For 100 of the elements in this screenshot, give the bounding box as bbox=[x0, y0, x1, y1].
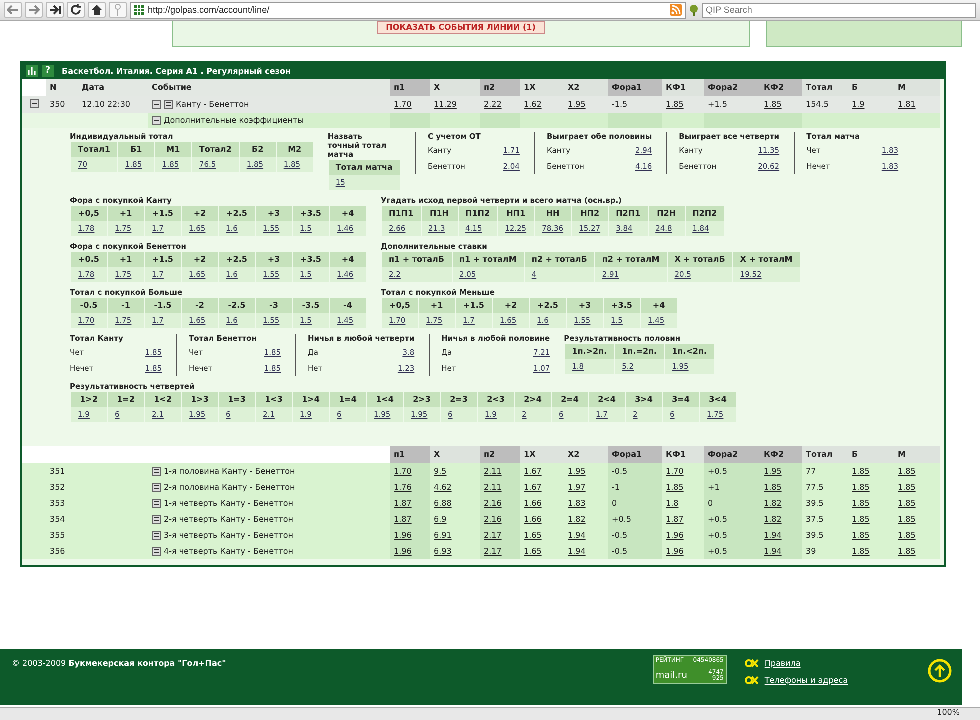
footer-link[interactable]: Правила bbox=[764, 659, 801, 668]
odds-cell[interactable]: 9.5 bbox=[430, 463, 480, 479]
event-name[interactable]: Канту - Бенеттон bbox=[176, 100, 250, 109]
odds-cell[interactable]: 1.95 bbox=[564, 96, 608, 113]
odds-cell[interactable]: 1.83 bbox=[564, 495, 608, 511]
odds-cell[interactable]: 1.82 bbox=[760, 495, 802, 511]
odds-cell[interactable]: 1.87 bbox=[390, 495, 430, 511]
odds-cell[interactable]: 1.96 bbox=[390, 527, 430, 543]
odds-cell[interactable]: 1.85 bbox=[760, 479, 802, 495]
odds-cell[interactable]: 1.94 bbox=[564, 543, 608, 559]
odds-cell[interactable]: 1.85 bbox=[894, 527, 940, 543]
odds-cell[interactable]: 1.96 bbox=[390, 543, 430, 559]
grid-icon[interactable] bbox=[152, 498, 161, 508]
odds-cell[interactable]: 1.82 bbox=[760, 511, 802, 527]
home-button[interactable] bbox=[88, 2, 106, 18]
odds-cell[interactable]: 2.17 bbox=[480, 527, 520, 543]
column-header: Б2 bbox=[240, 142, 276, 157]
odds-cell[interactable]: 2.22 bbox=[480, 96, 520, 113]
grid-icon[interactable] bbox=[164, 100, 173, 109]
odds-cell[interactable]: 1.95 bbox=[760, 463, 802, 479]
odds-cell[interactable]: 11.29 bbox=[430, 96, 480, 113]
odds-cell[interactable]: 1.66 bbox=[520, 511, 564, 527]
scroll-up-icon[interactable] bbox=[928, 659, 952, 683]
odds-cell: +0.5 bbox=[704, 511, 760, 527]
odds-cell[interactable]: 1.70 bbox=[390, 96, 430, 113]
odds-cell[interactable]: 1.94 bbox=[564, 527, 608, 543]
collapse-icon[interactable] bbox=[152, 116, 161, 125]
odds-cell[interactable]: 1.85 bbox=[760, 96, 802, 113]
odds-cell[interactable]: 6.88 bbox=[430, 495, 480, 511]
odds-cell[interactable]: 1.85 bbox=[894, 463, 940, 479]
odds-cell[interactable]: 1.70 bbox=[662, 463, 704, 479]
odds-cell[interactable]: 2.16 bbox=[480, 511, 520, 527]
odds-cell[interactable]: 6.9 bbox=[430, 511, 480, 527]
zoom-level[interactable]: 100% bbox=[937, 708, 960, 720]
help-button[interactable]: ? bbox=[42, 65, 54, 77]
grid-icon[interactable] bbox=[152, 530, 161, 540]
odds-cell[interactable]: 1.67 bbox=[520, 463, 564, 479]
odds-cell[interactable]: 1.8 bbox=[662, 495, 704, 511]
odds-cell[interactable]: 1.81 bbox=[894, 96, 940, 113]
odds-cell[interactable]: 2.16 bbox=[480, 495, 520, 511]
reload-button[interactable] bbox=[67, 2, 85, 18]
odds-cell[interactable]: 1.85 bbox=[848, 463, 894, 479]
odds-cell[interactable]: 1.62 bbox=[520, 96, 564, 113]
go-end-button[interactable] bbox=[46, 2, 64, 18]
odds-cell[interactable]: 1.82 bbox=[564, 511, 608, 527]
column-header: п1 bbox=[390, 446, 430, 463]
column-header: п1 + тоталБ bbox=[382, 252, 452, 267]
grid-icon[interactable] bbox=[152, 514, 161, 524]
odds-cell[interactable]: 1.96 bbox=[662, 527, 704, 543]
odds-cell[interactable]: 1.96 bbox=[662, 543, 704, 559]
odds-cell[interactable]: 1.97 bbox=[564, 479, 608, 495]
collapse-icon[interactable] bbox=[152, 100, 161, 109]
odds-cell[interactable]: 1.67 bbox=[520, 479, 564, 495]
back-button[interactable] bbox=[4, 2, 22, 18]
odds-cell[interactable]: 1.85 bbox=[848, 511, 894, 527]
odds-cell[interactable]: 2.11 bbox=[480, 479, 520, 495]
chart-icon[interactable] bbox=[26, 65, 38, 77]
table-cell: 350 bbox=[46, 96, 78, 113]
grid-icon[interactable] bbox=[152, 482, 161, 492]
address-bar[interactable]: http://golpas.com/account/line/ bbox=[130, 2, 686, 18]
odds-cell[interactable]: 1.87 bbox=[390, 511, 430, 527]
grid-icon[interactable] bbox=[152, 546, 161, 556]
column-header: Х2 bbox=[564, 446, 608, 463]
column-header: 1=3 bbox=[219, 392, 255, 407]
odds-cell[interactable]: 1.70 bbox=[390, 463, 430, 479]
search-field[interactable]: QIP Search bbox=[702, 2, 976, 18]
column-header: НП2 bbox=[572, 206, 608, 221]
odds-cell[interactable]: 1.85 bbox=[848, 495, 894, 511]
odds-cell[interactable]: 1.65 bbox=[520, 543, 564, 559]
odds-cell[interactable]: 1.85 bbox=[894, 479, 940, 495]
odds-cell[interactable]: 1.85 bbox=[894, 543, 940, 559]
odds-cell[interactable]: 4.62 bbox=[430, 479, 480, 495]
odds-cell[interactable]: 1.85 bbox=[848, 543, 894, 559]
odds-cell[interactable]: 1.85 bbox=[848, 527, 894, 543]
odds-cell[interactable]: 1.95 bbox=[564, 463, 608, 479]
odds-cell[interactable]: 1.9 bbox=[848, 96, 894, 113]
odds-cell[interactable]: 2.11 bbox=[480, 463, 520, 479]
column-header: П1П1 bbox=[382, 206, 421, 221]
odds-cell[interactable]: 1.85 bbox=[662, 96, 704, 113]
column-header: 3<4 bbox=[700, 392, 736, 407]
odds-cell[interactable]: 6.93 bbox=[430, 543, 480, 559]
column-header: +1.5 bbox=[145, 206, 181, 221]
collapse-icon[interactable] bbox=[30, 99, 38, 108]
odds-cell[interactable]: 1.85 bbox=[662, 479, 704, 495]
grid-icon[interactable] bbox=[152, 466, 161, 476]
odds-cell[interactable]: 1.66 bbox=[520, 495, 564, 511]
odds-cell[interactable]: 1.85 bbox=[894, 495, 940, 511]
odds-cell[interactable]: 1.76 bbox=[390, 479, 430, 495]
show-events-button[interactable]: ПОКАЗАТЬ СОБЫТИЯ ЛИНИИ (1) bbox=[377, 21, 545, 34]
odds-cell[interactable]: 1.85 bbox=[894, 511, 940, 527]
odds-cell: -1 bbox=[608, 479, 662, 495]
odds-cell[interactable]: 6.91 bbox=[430, 527, 480, 543]
odds-cell[interactable]: 1.94 bbox=[760, 527, 802, 543]
odds-cell[interactable]: 1.87 bbox=[662, 511, 704, 527]
odds-cell[interactable]: 2.17 bbox=[480, 543, 520, 559]
footer-link[interactable]: Телефоны и адреса bbox=[764, 676, 848, 685]
odds-cell[interactable]: 1.94 bbox=[760, 543, 802, 559]
odds-cell[interactable]: 1.65 bbox=[520, 527, 564, 543]
column-header: п2 bbox=[480, 79, 520, 96]
odds-cell[interactable]: 1.85 bbox=[848, 479, 894, 495]
